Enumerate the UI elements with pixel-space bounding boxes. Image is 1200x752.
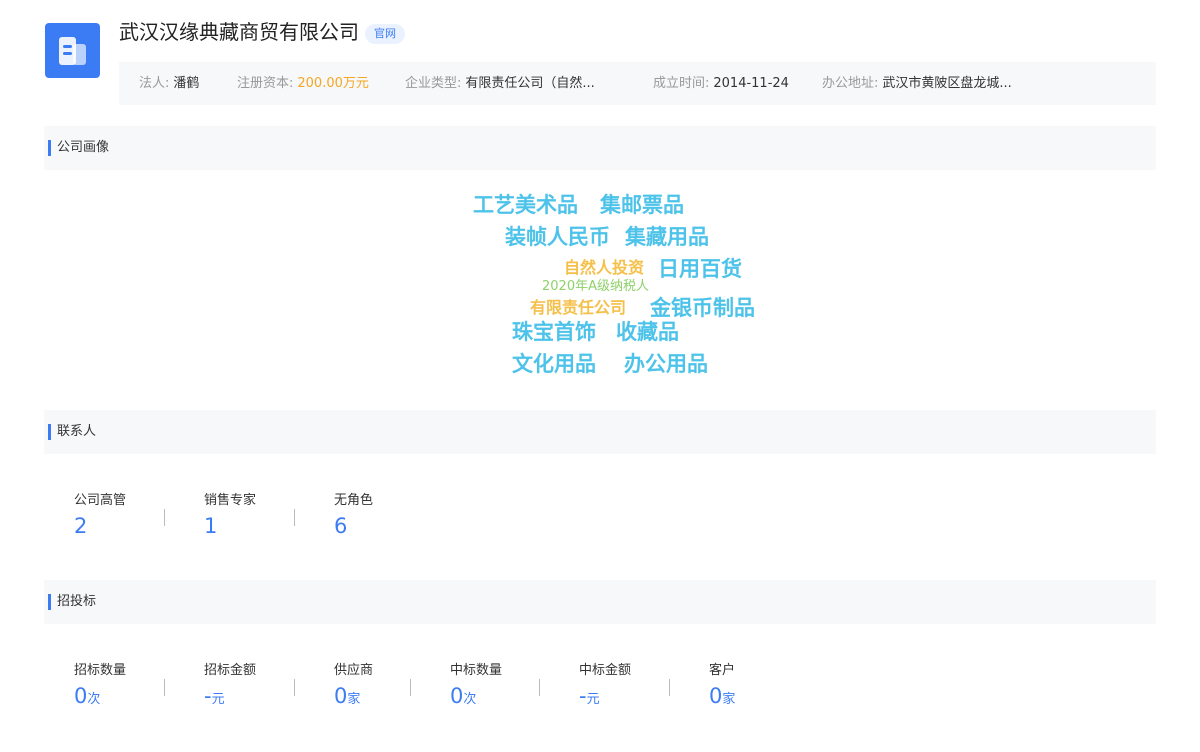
- company-logo: [45, 23, 100, 78]
- stat-tender-count[interactable]: 招标数量 0次: [74, 663, 126, 712]
- stat-award-count[interactable]: 中标数量 0次: [450, 663, 502, 712]
- cloud-tag: 工艺美术品: [473, 193, 578, 217]
- stat-tender-amount[interactable]: 招标金额 -元: [204, 663, 256, 712]
- company-name: 武汉汉缘典藏商贸有限公司: [119, 20, 359, 44]
- cloud-tag: 文化用品: [512, 352, 596, 376]
- cloud-tag: 收藏品: [616, 320, 679, 344]
- cloud-tag: 办公用品: [624, 352, 708, 376]
- cloud-tag: 2020年A级纳税人: [542, 279, 649, 294]
- info-office-address: 办公地址: 武汉市黄陂区盘龙城...: [822, 76, 1012, 91]
- stat-executives[interactable]: 公司高管 2: [74, 493, 126, 538]
- stat-divider: [164, 679, 165, 696]
- portrait-section-header: 公司画像: [44, 126, 1156, 170]
- cloud-tag: 珠宝首饰: [512, 320, 596, 344]
- info-company-type: 企业类型: 有限责任公司（自然...: [405, 76, 595, 91]
- cloud-tag: 有限责任公司: [530, 298, 627, 317]
- stat-customers[interactable]: 客户 0家: [709, 663, 735, 712]
- cloud-tag: 集藏用品: [625, 225, 709, 249]
- stat-sales-experts[interactable]: 销售专家 1: [204, 493, 256, 538]
- building-icon: [59, 37, 86, 65]
- stat-award-amount[interactable]: 中标金额 -元: [579, 663, 631, 712]
- stat-divider: [669, 679, 670, 696]
- cloud-tag: 自然人投资: [564, 258, 645, 277]
- stat-no-role[interactable]: 无角色 6: [334, 493, 373, 538]
- stat-suppliers[interactable]: 供应商 0家: [334, 663, 373, 712]
- cloud-tag: 日用百货: [658, 257, 742, 281]
- cloud-tag: 金银币制品: [650, 296, 755, 320]
- portrait-section-title: 公司画像: [57, 140, 110, 155]
- stat-divider: [539, 679, 540, 696]
- bidding-section-title: 招投标: [57, 594, 97, 609]
- info-registered-capital: 注册资本: 200.00万元: [237, 76, 369, 91]
- official-site-tag[interactable]: 官网: [365, 24, 405, 44]
- stat-divider: [410, 679, 411, 696]
- cloud-tag: 装帧人民币: [505, 225, 610, 249]
- contacts-section-header: 联系人: [44, 410, 1156, 454]
- contacts-section-title: 联系人: [57, 424, 97, 439]
- stat-divider: [164, 509, 165, 526]
- company-info-bar: 法人: 潘鹤 注册资本: 200.00万元 企业类型: 有限责任公司（自然... 成立…: [119, 62, 1156, 105]
- info-founded-date: 成立时间: 2014-11-24: [653, 76, 789, 91]
- info-legal-person: 法人: 潘鹤: [139, 76, 200, 91]
- cloud-tag: 集邮票品: [600, 193, 684, 217]
- bidding-section-header: 招投标: [44, 580, 1156, 624]
- stat-divider: [294, 679, 295, 696]
- stat-divider: [294, 509, 295, 526]
